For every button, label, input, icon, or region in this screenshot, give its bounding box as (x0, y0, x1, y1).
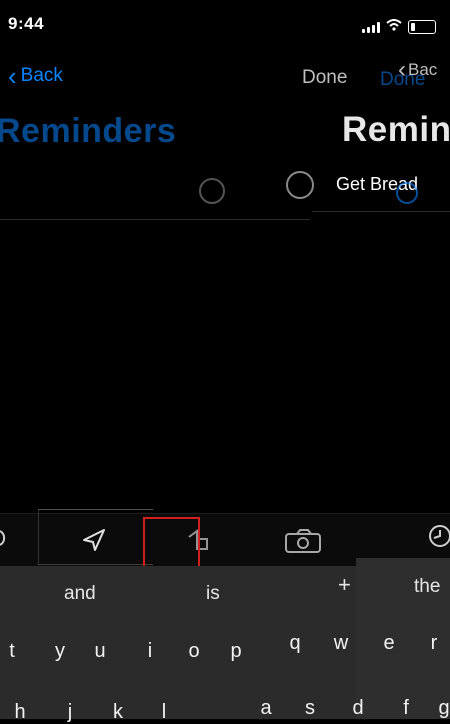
plus-icon[interactable]: + (338, 572, 351, 598)
suggestion-and[interactable]: and (64, 583, 96, 605)
row-divider-right (312, 211, 450, 212)
reminder-checkbox-ghost[interactable] (199, 178, 225, 204)
key-j[interactable]: j (56, 701, 84, 724)
back-button-right[interactable]: ‹ Bac (398, 56, 438, 83)
suggestion-the[interactable]: the (414, 576, 440, 598)
page-title: Remin (342, 110, 450, 149)
suggestion-is[interactable]: is (206, 583, 220, 605)
key-u[interactable]: u (86, 640, 114, 663)
camera-icon[interactable] (278, 526, 328, 556)
battery-icon (408, 20, 436, 34)
key-r[interactable]: r (420, 632, 448, 655)
key-d[interactable]: d (344, 697, 372, 720)
wifi-icon (386, 18, 402, 36)
done-button-left[interactable]: Done (302, 67, 347, 89)
key-f[interactable]: f (392, 697, 420, 720)
signal-icon (362, 21, 380, 33)
highlighted-toolbar-target[interactable] (143, 517, 200, 570)
page-title-ghost: Reminders (0, 112, 177, 150)
key-l[interactable]: l (150, 701, 178, 724)
key-g[interactable]: g (430, 697, 450, 720)
info-icon[interactable] (396, 182, 418, 204)
key-t[interactable]: t (0, 640, 26, 663)
key-q[interactable]: q (281, 632, 309, 655)
back-label-left: Back (20, 65, 63, 86)
key-k[interactable]: k (104, 701, 132, 724)
reminder-checkbox[interactable] (286, 171, 314, 199)
key-o[interactable]: o (180, 640, 208, 663)
chevron-left-icon: ‹ (8, 61, 17, 91)
key-h[interactable]: h (6, 701, 34, 724)
back-label-right: Bac (408, 60, 438, 79)
key-a[interactable]: a (252, 697, 280, 720)
status-icons (362, 18, 436, 36)
row-divider-left (0, 219, 310, 220)
key-w[interactable]: w (327, 632, 355, 655)
key-y[interactable]: y (46, 640, 74, 663)
key-e[interactable]: e (375, 632, 403, 655)
location-arrow-icon[interactable] (78, 524, 110, 556)
key-p[interactable]: p (222, 640, 250, 663)
back-button-left[interactable]: ‹ Back (8, 61, 63, 91)
key-i[interactable]: i (136, 640, 164, 663)
clock-icon[interactable] (427, 522, 450, 550)
toolbar-left-edge-icon[interactable] (0, 520, 14, 556)
status-time: 9:44 (8, 14, 45, 33)
chevron-left-icon-right: ‹ (398, 56, 406, 83)
key-s[interactable]: s (296, 697, 324, 720)
